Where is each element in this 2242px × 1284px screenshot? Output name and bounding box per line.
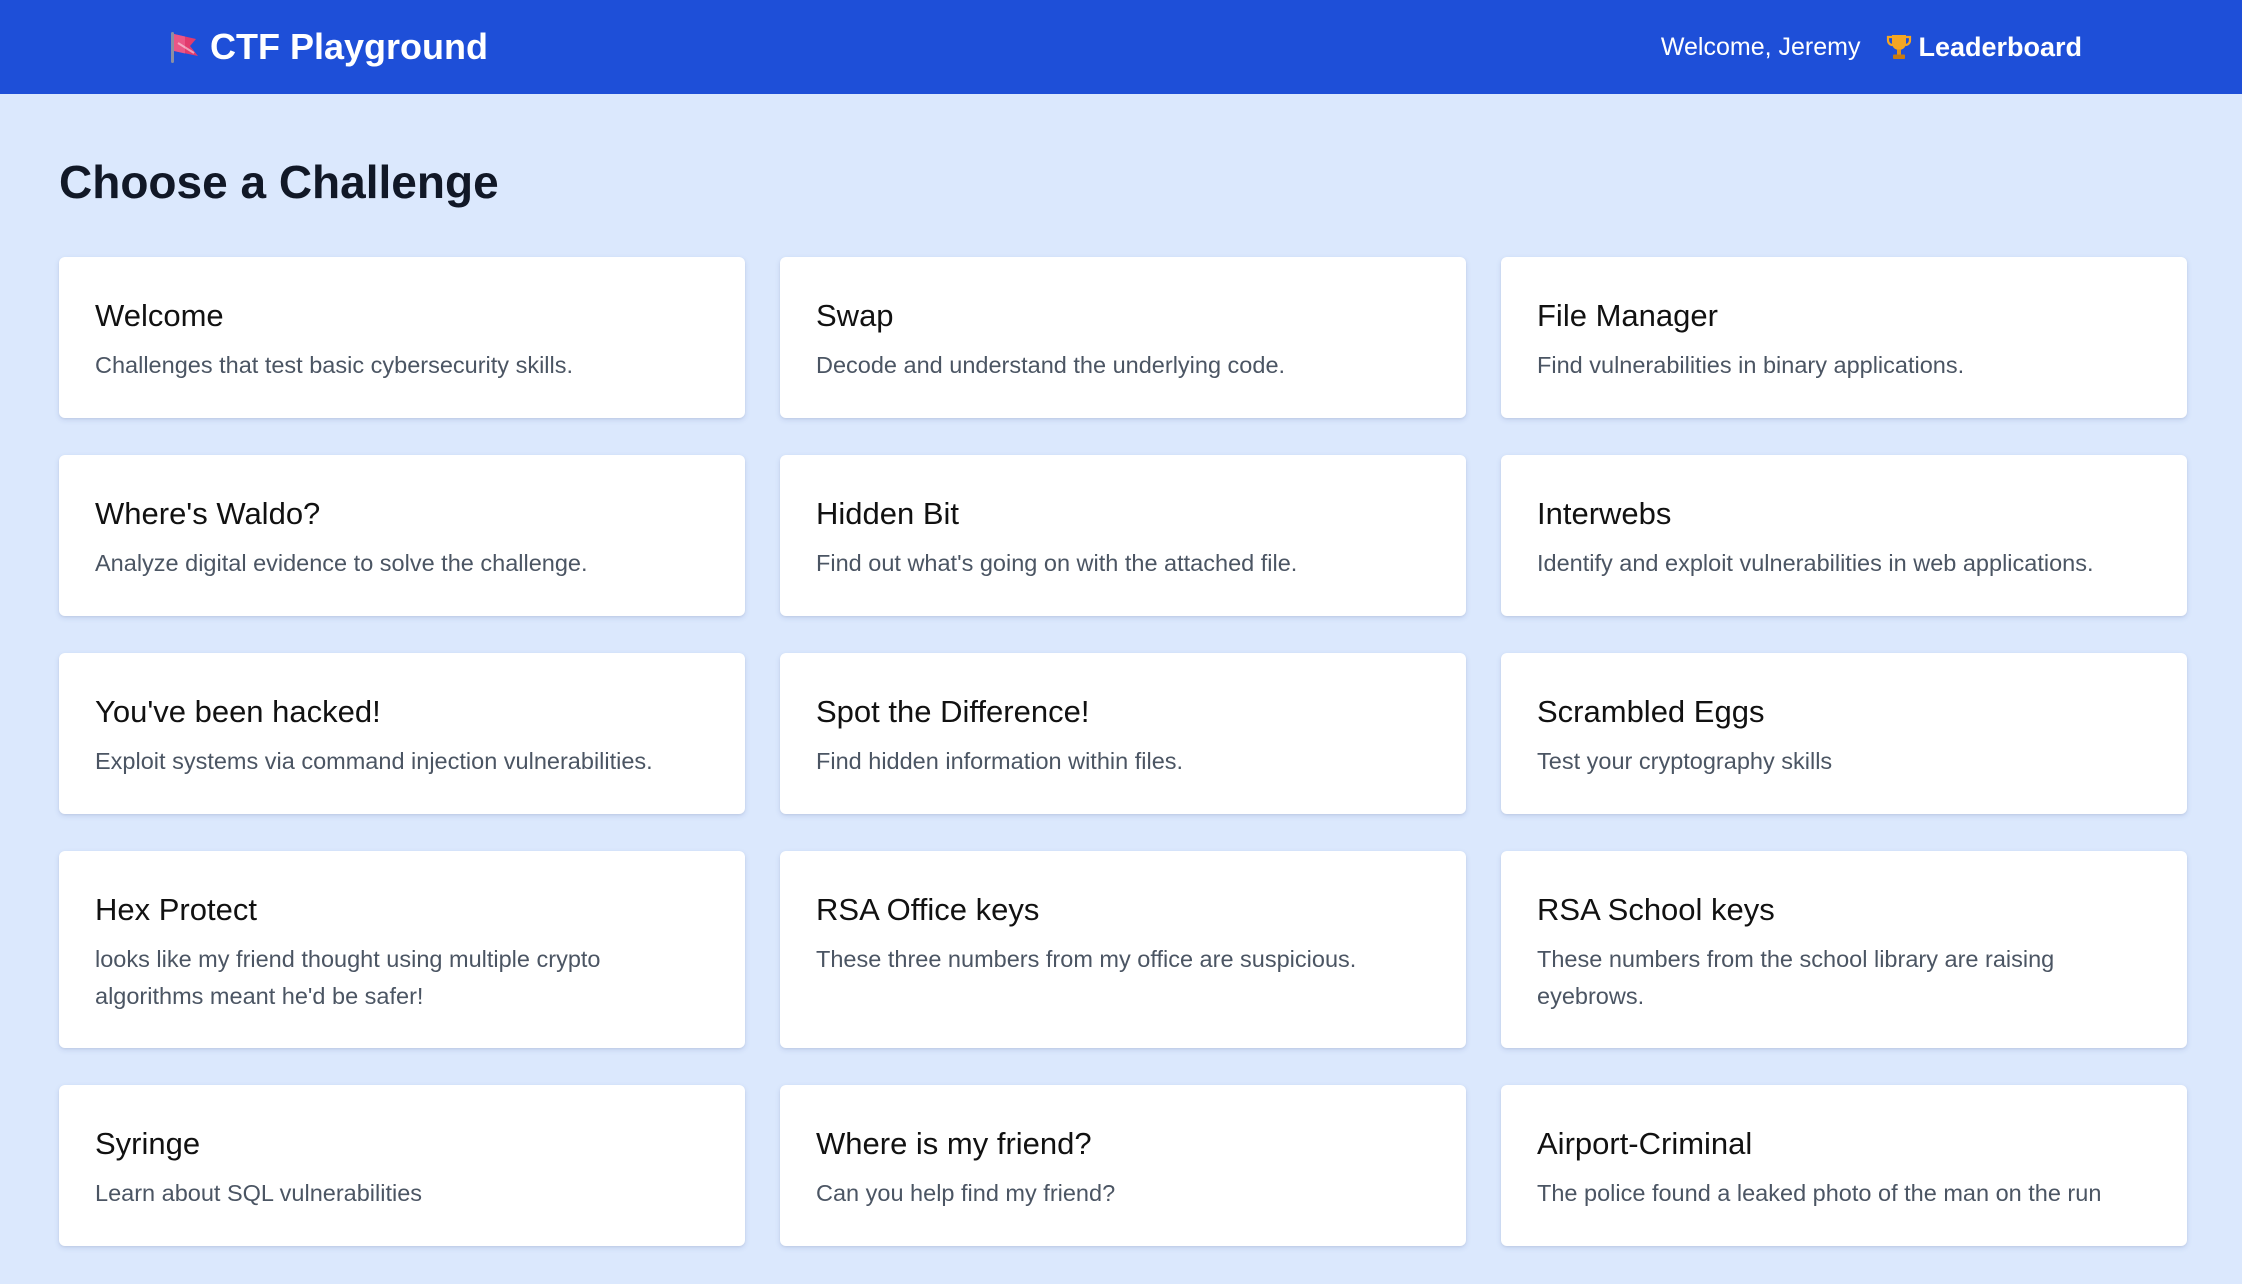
challenge-title: Hex Protect: [95, 892, 257, 927]
challenge-card-spot-the-difference[interactable]: Spot the Difference! Find hidden informa…: [780, 653, 1466, 814]
challenge-description: Analyze digital evidence to solve the ch…: [95, 550, 588, 577]
challenge-title: Where is my friend?: [816, 1126, 1092, 1161]
challenge-card-file-manager[interactable]: File Manager Find vulnerabilities in bin…: [1501, 257, 2187, 418]
flag-icon: [166, 29, 202, 65]
challenge-card-hex-protect[interactable]: Hex Protect looks like my friend thought…: [59, 851, 745, 1048]
nav-right: Welcome, Jeremy Leaderboard: [1661, 0, 2082, 94]
challenge-title: Spot the Difference!: [816, 694, 1090, 729]
challenge-title: Syringe: [95, 1126, 201, 1161]
top-navbar: CTF Playground Welcome, Jeremy Leaderboa…: [0, 0, 2242, 94]
challenge-description: These numbers from the school library ar…: [1537, 946, 2055, 1009]
challenge-card-scrambled-eggs[interactable]: Scrambled Eggs Test your cryptography sk…: [1501, 653, 2187, 814]
challenge-title: Welcome: [95, 298, 224, 333]
challenge-title: Airport-Criminal: [1537, 1126, 1753, 1161]
challenge-description: Learn about SQL vulnerabilities: [95, 1180, 423, 1207]
challenge-title: Hidden Bit: [816, 496, 960, 531]
leaderboard-label: Leaderboard: [1918, 31, 2082, 62]
welcome-text: Welcome, Jeremy: [1660, 32, 1861, 61]
challenge-card-hidden-bit[interactable]: Hidden Bit Find out what's going on with…: [780, 455, 1466, 616]
trophy-icon: [1886, 33, 1912, 61]
challenge-description: Challenges that test basic cybersecurity…: [95, 352, 574, 379]
challenge-grid: Welcome Challenges that test basic cyber…: [59, 257, 2187, 1246]
brand-title: CTF Playground: [210, 26, 488, 67]
challenge-card-where-is-my-friend[interactable]: Where is my friend? Can you help find my…: [780, 1085, 1466, 1246]
challenge-title: You've been hacked!: [95, 694, 381, 729]
challenge-description: Find out what's going on with the attach…: [816, 550, 1298, 577]
challenge-description: These three numbers from my office are s…: [816, 946, 1357, 973]
leaderboard-link[interactable]: Leaderboard: [1886, 32, 2082, 63]
challenge-title: Interwebs: [1537, 496, 1672, 531]
challenge-title: Swap: [816, 298, 894, 333]
challenge-title: RSA School keys: [1537, 892, 1775, 927]
challenge-description: Test your cryptography skills: [1537, 748, 1833, 775]
page-title: Choose a Challenge: [59, 156, 499, 208]
challenge-description: Find vulnerabilities in binary applicati…: [1537, 352, 1965, 379]
challenge-description: Exploit systems via command injection vu…: [95, 748, 653, 775]
challenge-card-rsa-office-keys[interactable]: RSA Office keys These three numbers from…: [780, 851, 1466, 1048]
challenge-description: Find hidden information within files.: [816, 748, 1184, 775]
challenge-card-youve-been-hacked[interactable]: You've been hacked! Exploit systems via …: [59, 653, 745, 814]
challenge-card-syringe[interactable]: Syringe Learn about SQL vulnerabilities: [59, 1085, 745, 1246]
challenge-card-welcome[interactable]: Welcome Challenges that test basic cyber…: [59, 257, 745, 418]
challenge-card-swap[interactable]: Swap Decode and understand the underlyin…: [780, 257, 1466, 418]
challenge-title: Scrambled Eggs: [1537, 694, 1765, 729]
challenge-title: Where's Waldo?: [95, 496, 321, 531]
challenge-title: RSA Office keys: [816, 892, 1040, 927]
challenge-description: The police found a leaked photo of the m…: [1537, 1180, 2102, 1207]
challenge-description: Identify and exploit vulnerabilities in …: [1537, 550, 2094, 577]
challenge-card-rsa-school-keys[interactable]: RSA School keys These numbers from the s…: [1501, 851, 2187, 1048]
challenge-description: Decode and understand the underlying cod…: [816, 352, 1286, 379]
brand-link[interactable]: CTF Playground: [166, 0, 488, 94]
challenge-title: File Manager: [1537, 298, 1718, 333]
challenge-card-wheres-waldo[interactable]: Where's Waldo? Analyze digital evidence …: [59, 455, 745, 616]
challenge-description: Can you help find my friend?: [816, 1180, 1116, 1207]
challenge-description: looks like my friend thought using multi…: [95, 946, 601, 1009]
challenge-card-airport-criminal[interactable]: Airport-Criminal The police found a leak…: [1501, 1085, 2187, 1246]
challenge-card-interwebs[interactable]: Interwebs Identify and exploit vulnerabi…: [1501, 455, 2187, 616]
